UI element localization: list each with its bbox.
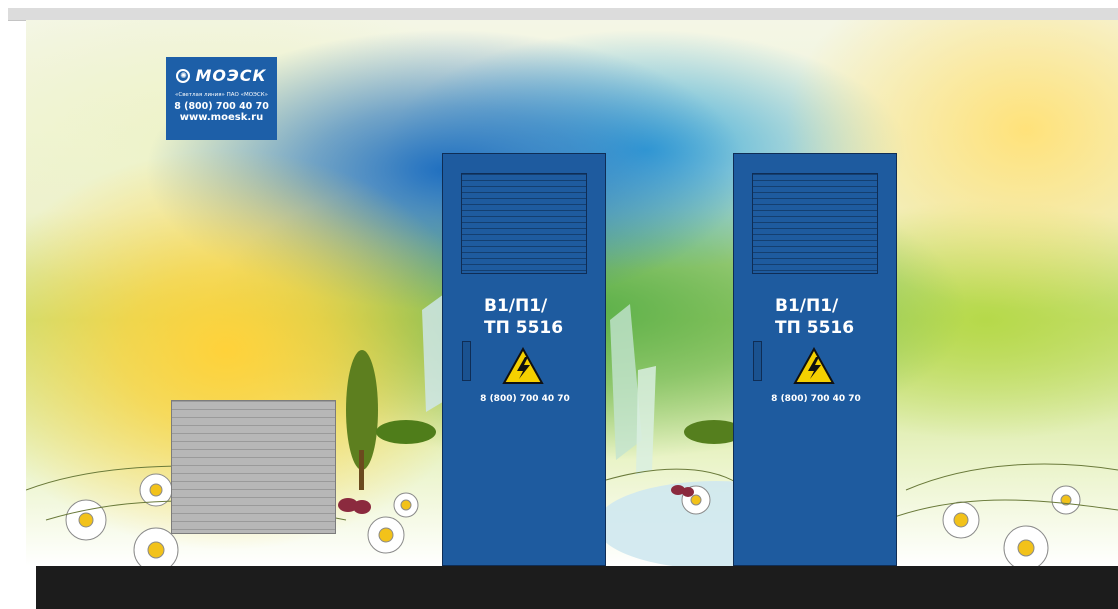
door-label-line1: В1/П1/: [484, 296, 548, 316]
brand-subtitle: «Светлая линия» ПАО «МОЭСК»: [174, 92, 269, 98]
door-label-line1: В1/П1/: [775, 296, 839, 316]
tree-icon: [376, 420, 436, 444]
door-label-line2: ТП 5516: [775, 318, 855, 338]
ventilation-louver: [171, 400, 336, 534]
hotline-phone: 8 (800) 700 40 70: [174, 101, 269, 112]
substation-door-right[interactable]: В1/П1/ ТП 5516 8 (800) 700 40 70: [733, 153, 897, 566]
crystal-icon: [636, 366, 656, 475]
door-phone: 8 (800) 700 40 70: [480, 394, 570, 404]
vent-grille: [752, 173, 878, 274]
brand-name: МОЭСК: [195, 66, 267, 85]
foundation-base: [36, 566, 1118, 609]
moesk-logo-sign: ✺ МОЭСК «Светлая линия» ПАО «МОЭСК» 8 (8…: [166, 57, 277, 140]
door-handle[interactable]: [753, 341, 762, 381]
website-url: www.moesk.ru: [179, 112, 264, 123]
moesk-emblem-icon: ✺: [176, 68, 191, 83]
high-voltage-warning-icon: [793, 347, 835, 384]
door-label-line2: ТП 5516: [484, 318, 564, 338]
high-voltage-warning-icon: [502, 347, 544, 384]
door-handle[interactable]: [462, 341, 471, 381]
vent-grille: [461, 173, 587, 274]
substation-door-left[interactable]: В1/П1/ ТП 5516 8 (800) 700 40 70: [442, 153, 606, 566]
door-label: В1/П1/ ТП 5516: [775, 295, 854, 339]
door-label: В1/П1/ ТП 5516: [484, 295, 563, 339]
door-phone: 8 (800) 700 40 70: [771, 394, 861, 404]
